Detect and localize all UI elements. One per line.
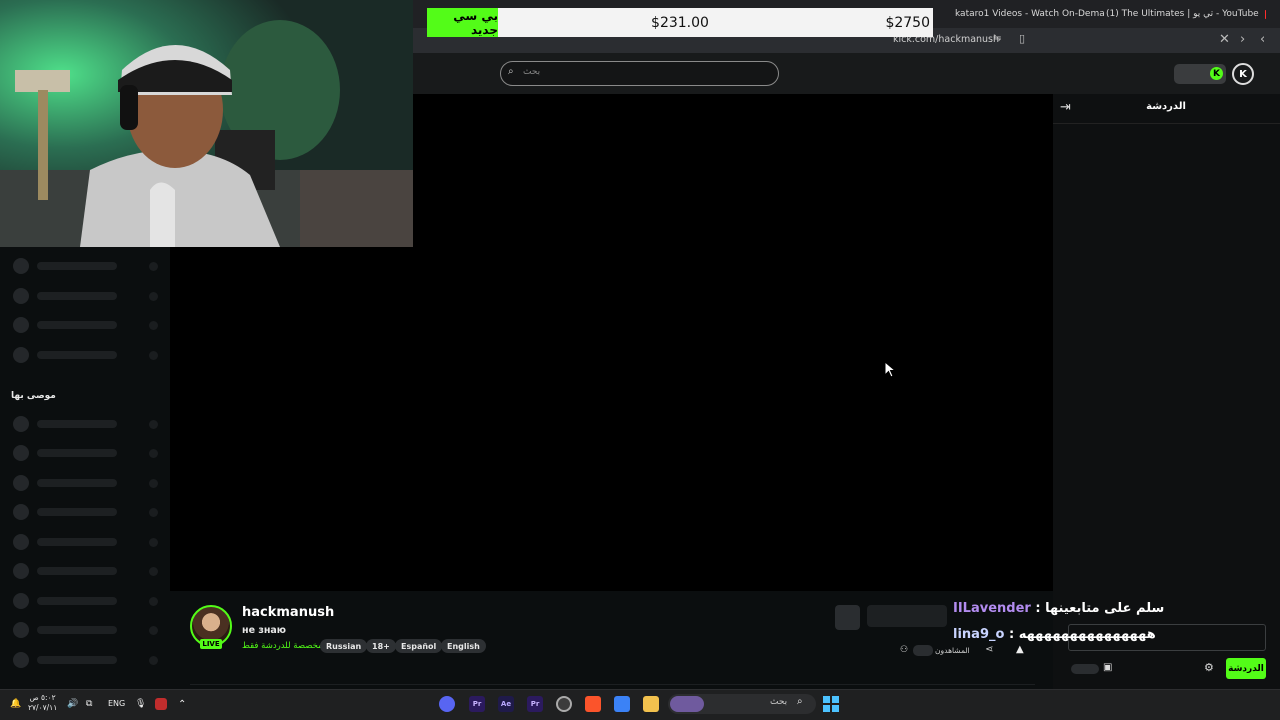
viewers-label: المشاهدون: [935, 646, 970, 655]
app-red-icon[interactable]: [155, 695, 167, 713]
subscribe-button-skeleton: [867, 605, 947, 627]
after-effects-icon[interactable]: Ae: [498, 695, 514, 713]
back-arrow-icon[interactable]: ‹: [1260, 32, 1265, 47]
sidebar-skeleton-item: [13, 445, 158, 461]
overlay-chat-user: lina9_o: [953, 626, 1005, 642]
sidebar-skeleton-item: [13, 622, 158, 638]
overlay-chat-message: lina9_o : هههههههههههههههه: [953, 626, 1156, 642]
chrome-icon[interactable]: [556, 695, 572, 713]
clock[interactable]: ٥:٠٢ ص ٢٧/٠٧/١١: [28, 693, 57, 713]
search-icon: ⌕: [797, 696, 803, 707]
premiere-pro-icon[interactable]: Pr: [527, 695, 543, 713]
webcam-overlay: [0, 0, 413, 247]
sidebar-skeleton-item: [13, 317, 158, 333]
report-icon[interactable]: ▲: [1016, 644, 1024, 655]
user-avatar[interactable]: K: [1232, 63, 1254, 85]
tag-english[interactable]: English: [441, 639, 486, 653]
follow-button-skeleton: [835, 605, 860, 630]
clock-time: ٥:٠٢ ص: [29, 693, 56, 702]
windows-start-icon[interactable]: [822, 695, 840, 713]
divider: [190, 684, 1035, 685]
store-app-icon[interactable]: [614, 695, 630, 713]
clock-date: ٢٧/٠٧/١١: [28, 703, 58, 712]
file-explorer-icon[interactable]: [643, 695, 659, 713]
chat-send-button[interactable]: الدردشة: [1226, 658, 1266, 679]
sidebar-skeleton-item: [13, 288, 158, 304]
overlay-chat-user: IILavender: [953, 600, 1031, 616]
mic-icon[interactable]: 🎙: [135, 695, 146, 713]
tab-title: kataro1 Videos - Watch On-Demand: [955, 9, 1105, 19]
chat-points-skeleton: [1071, 664, 1099, 674]
mouse-cursor-icon: [884, 361, 896, 378]
overlay-chat-text: هههههههههههههههه: [1018, 626, 1156, 642]
discord-icon[interactable]: [439, 695, 455, 713]
sidebar-skeleton-item: [13, 475, 158, 491]
store-icon[interactable]: ▣: [1103, 662, 1112, 673]
premiere-pro-icon-2[interactable]: Pr: [469, 695, 485, 713]
recommended-heading: موصى بها: [11, 391, 56, 401]
sidebar-skeleton-item: [13, 416, 158, 432]
tag-russian[interactable]: Russian: [320, 639, 368, 653]
taskbar: [0, 689, 1280, 720]
kick-logo-icon[interactable]: K: [1210, 67, 1223, 80]
volume-icon[interactable]: 🔊: [67, 695, 78, 713]
sidebar-skeleton-item: [13, 504, 158, 520]
search-placeholder: بحث: [523, 67, 541, 77]
sidebar-skeleton-item: [13, 534, 158, 550]
bookmark-icon[interactable]: ▯: [1019, 32, 1025, 45]
forward-arrow-icon[interactable]: ›: [1240, 32, 1245, 47]
taskbar-search-label: بحث: [770, 697, 788, 707]
sidebar-skeleton-item: [13, 563, 158, 579]
chat-title: الدردشة: [1146, 101, 1186, 112]
notification-bell-icon[interactable]: 🔔: [10, 695, 21, 713]
search-input[interactable]: [500, 61, 779, 86]
overlay-chat-text: سلم على متابعينها: [1045, 600, 1165, 616]
sidebar-skeleton-item: [13, 652, 158, 668]
sidebar-skeleton-item: [13, 593, 158, 609]
banner-label: بي سي جديد: [453, 8, 498, 37]
site-settings-icon[interactable]: ⇋: [993, 33, 1001, 44]
sidebar-skeleton-item: [13, 347, 158, 363]
tag-espanol[interactable]: Español: [395, 639, 443, 653]
tag-18plus[interactable]: 18+: [366, 639, 396, 653]
video-player[interactable]: [413, 94, 1053, 247]
search-highlight-icon: [670, 696, 704, 712]
search-icon: ⌕: [508, 66, 514, 77]
video-player-area[interactable]: [170, 247, 1053, 591]
banner-progress-amount: $231.00: [651, 14, 709, 31]
chevron-up-icon[interactable]: ⌃: [178, 695, 186, 713]
brave-browser-icon[interactable]: [585, 695, 601, 713]
viewers-icon: ⚇: [900, 645, 909, 655]
stream-title: не знаю: [242, 625, 287, 636]
close-icon[interactable]: ✕: [1219, 32, 1230, 47]
banner-goal-amount: $2750: [885, 14, 930, 31]
sidebar-skeleton-item: [13, 258, 158, 274]
youtube-icon: [1264, 9, 1266, 19]
network-icon[interactable]: ⧉: [86, 695, 92, 713]
language-indicator[interactable]: ENG: [108, 699, 125, 708]
chat-mode-label: مخصصة للدردشة فقط: [242, 641, 323, 651]
viewer-count-skeleton: [913, 645, 933, 656]
webcam-image: [0, 0, 413, 247]
tab-title: (1) The Ultimates | تي يو - YouTube: [1106, 9, 1259, 19]
tab-youtube[interactable]: (1) The Ultimates | تي يو - YouTube: [1106, 4, 1266, 24]
tab-kataro1[interactable]: kataro1 Videos - Watch On-Demand: [955, 4, 1105, 24]
gear-icon[interactable]: ⚙: [1204, 661, 1214, 674]
streamer-name[interactable]: hackmanush: [242, 605, 334, 620]
collapse-chat-icon[interactable]: ⇥: [1060, 100, 1071, 115]
overlay-chat-message: IILavender : سلم على متابعينها: [953, 600, 1165, 616]
live-badge: LIVE: [200, 639, 222, 649]
share-icon[interactable]: ⋖: [985, 644, 993, 655]
